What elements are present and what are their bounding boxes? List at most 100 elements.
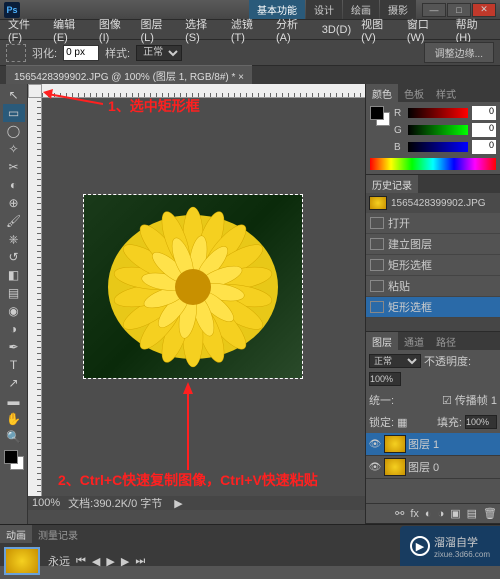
brush-tool[interactable]: 🖌 (3, 212, 25, 230)
adjustment-icon[interactable]: ◑ (438, 508, 445, 520)
green-value[interactable]: 0 (472, 123, 496, 137)
group-icon[interactable]: ▣ (450, 507, 460, 520)
lock-icon[interactable]: ▦ (397, 416, 407, 429)
move-tool[interactable]: ↖ (3, 86, 25, 104)
style-label: 样式: (105, 45, 130, 61)
layer-row[interactable]: 👁 图层 0 (366, 456, 500, 479)
eyedropper-tool[interactable]: ◐ (3, 176, 25, 194)
lasso-tool[interactable]: ◯ (3, 122, 25, 140)
selection-marquee[interactable] (83, 194, 303, 379)
hand-tool[interactable]: ✋ (3, 410, 25, 428)
tab-animation[interactable]: 动画 (0, 525, 32, 543)
document-tab[interactable]: 1565428399902.JPG @ 100% (图层 1, RGB/8#) … (6, 65, 252, 85)
loop-label[interactable]: 永远 (48, 553, 70, 569)
menu-3d[interactable]: 3D(D) (318, 22, 355, 38)
refine-edge-button[interactable]: 调整边缘... (424, 42, 494, 63)
layer-row[interactable]: 👁 图层 1 (366, 433, 500, 456)
annotation-arrow-1 (43, 89, 103, 109)
link-layers-icon[interactable]: ⚯ (395, 507, 404, 520)
marquee-tool[interactable]: ▭ (3, 104, 25, 122)
document-tab-bar: 1565428399902.JPG @ 100% (图层 1, RGB/8#) … (0, 66, 500, 84)
eraser-tool[interactable]: ◧ (3, 266, 25, 284)
panels-dock: 颜色 色板 样式 R0 G0 B0 历史记录 (365, 84, 500, 524)
menu-edit[interactable]: 编辑(E) (49, 14, 93, 46)
document-size: 文档:390.2K/0 字节 (68, 495, 162, 511)
visibility-icon[interactable]: 👁 (368, 460, 382, 474)
tab-swatches[interactable]: 色板 (398, 84, 430, 102)
delete-layer-icon[interactable]: 🗑 (483, 507, 497, 520)
tab-paths[interactable]: 路径 (430, 332, 462, 350)
watermark-url: zixue.3d66.com (434, 550, 490, 559)
heal-tool[interactable]: ⊕ (3, 194, 25, 212)
annotation-arrow-2 (178, 382, 198, 470)
blue-slider[interactable] (408, 142, 468, 152)
history-brush-tool[interactable]: ↺ (3, 248, 25, 266)
red-slider[interactable] (408, 108, 468, 118)
feather-label: 羽化: (32, 45, 57, 61)
style-select[interactable]: 正常 (136, 45, 182, 61)
history-snapshot-thumb[interactable] (369, 196, 387, 210)
document-image (84, 195, 302, 378)
green-slider[interactable] (408, 125, 468, 135)
menu-view[interactable]: 视图(V) (357, 14, 401, 46)
zoom-level[interactable]: 100% (32, 497, 60, 509)
opacity-input[interactable] (369, 372, 401, 386)
crop-tool[interactable]: ✂ (3, 158, 25, 176)
stamp-tool[interactable]: ⎈ (3, 230, 25, 248)
annotation-2: 2、Ctrl+C快速复制图像，Ctrl+V快速粘贴 (58, 470, 318, 490)
menu-layer[interactable]: 图层(L) (137, 14, 180, 46)
marquee-tool-icon[interactable] (6, 44, 26, 62)
feather-input[interactable] (63, 45, 99, 61)
history-item[interactable]: 矩形选框 (366, 297, 500, 318)
menu-select[interactable]: 选择(S) (181, 14, 225, 46)
foreground-color-swatch[interactable] (4, 450, 18, 464)
red-value[interactable]: 0 (472, 106, 496, 120)
menu-file[interactable]: 文件(F) (4, 14, 47, 46)
shape-tool[interactable]: ▬ (3, 392, 25, 410)
tab-history[interactable]: 历史记录 (366, 175, 418, 193)
layer-style-icon[interactable]: fx (410, 508, 419, 520)
frame-thumbnail[interactable] (4, 547, 40, 575)
menu-analysis[interactable]: 分析(A) (272, 14, 316, 46)
tab-styles[interactable]: 样式 (430, 84, 462, 102)
tab-measurement[interactable]: 测量记录 (32, 525, 84, 543)
layer-name[interactable]: 图层 1 (408, 436, 439, 452)
layer-name[interactable]: 图层 0 (408, 459, 439, 475)
canvas-area[interactable]: 1、选中矩形框 (28, 84, 365, 524)
blue-value[interactable]: 0 (472, 140, 496, 154)
history-panel: 历史记录 1565428399902.JPG 打开 建立图层 矩形选框 粘贴 矩… (366, 175, 500, 332)
tab-color[interactable]: 颜色 (366, 84, 398, 102)
menu-help[interactable]: 帮助(H) (452, 14, 496, 46)
history-item[interactable]: 打开 (366, 213, 500, 234)
annotation-1: 1、选中矩形框 (108, 96, 200, 116)
history-item[interactable]: 建立图层 (366, 234, 500, 255)
color-swatches[interactable] (4, 450, 24, 470)
menu-window[interactable]: 窗口(W) (403, 14, 450, 46)
gradient-tool[interactable]: ▤ (3, 284, 25, 302)
fill-input[interactable] (465, 415, 497, 429)
ruler-vertical[interactable] (28, 98, 42, 510)
dodge-tool[interactable]: ◑ (3, 320, 25, 338)
path-tool[interactable]: ↗ (3, 374, 25, 392)
tab-channels[interactable]: 通道 (398, 332, 430, 350)
blend-mode-select[interactable]: 正常 (369, 354, 421, 368)
status-bar: 100% 文档:390.2K/0 字节 ▶ (28, 496, 365, 510)
pen-tool[interactable]: ✒ (3, 338, 25, 356)
history-item[interactable]: 矩形选框 (366, 255, 500, 276)
blur-tool[interactable]: ◉ (3, 302, 25, 320)
wand-tool[interactable]: ✧ (3, 140, 25, 158)
menu-filter[interactable]: 滤镜(T) (227, 14, 270, 46)
zoom-tool[interactable]: 🔍 (3, 428, 25, 446)
menu-image[interactable]: 图像(I) (95, 14, 135, 46)
layer-thumbnail[interactable] (384, 435, 406, 453)
new-layer-icon[interactable]: ▤ (467, 507, 477, 520)
color-spectrum[interactable] (370, 158, 496, 170)
play-circle-icon: ▶ (410, 536, 430, 556)
visibility-icon[interactable]: 👁 (368, 437, 382, 451)
type-tool[interactable]: T (3, 356, 25, 374)
history-item[interactable]: 粘贴 (366, 276, 500, 297)
menubar: 文件(F) 编辑(E) 图像(I) 图层(L) 选择(S) 滤镜(T) 分析(A… (0, 20, 500, 40)
tab-layers[interactable]: 图层 (366, 332, 398, 350)
mask-icon[interactable]: ◐ (425, 508, 432, 520)
layer-thumbnail[interactable] (384, 458, 406, 476)
